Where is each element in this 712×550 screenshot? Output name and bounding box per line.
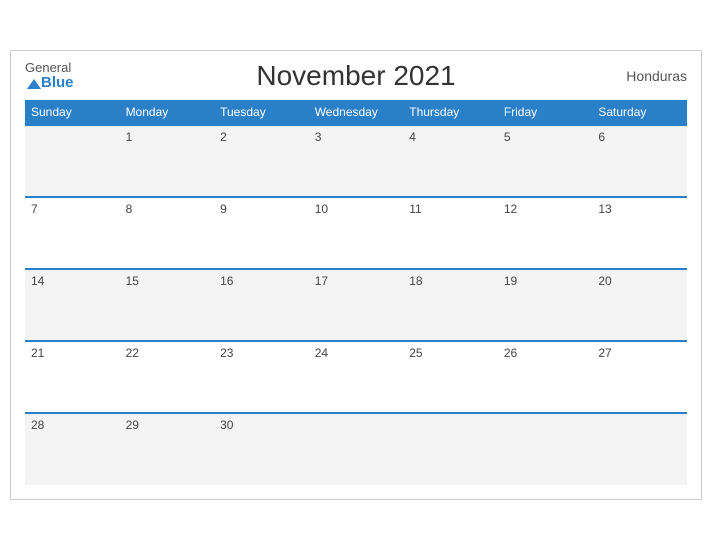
day-cell: 18 [403,269,498,341]
day-cell: 6 [592,125,687,197]
day-number: 19 [504,274,517,288]
header-sunday: Sunday [25,100,120,125]
calendar-table: Sunday Monday Tuesday Wednesday Thursday… [25,100,687,485]
calendar-header: General Blue November 2021 Honduras [25,61,687,92]
day-cell [309,413,404,485]
header-tuesday: Tuesday [214,100,309,125]
day-cell: 17 [309,269,404,341]
day-cell: 2 [214,125,309,197]
day-cell: 24 [309,341,404,413]
header-saturday: Saturday [592,100,687,125]
header-thursday: Thursday [403,100,498,125]
logo-triangle-icon [27,79,41,89]
day-cell: 9 [214,197,309,269]
day-number: 9 [220,202,227,216]
day-number: 27 [598,346,611,360]
day-number: 10 [315,202,328,216]
day-cell: 25 [403,341,498,413]
day-cell [592,413,687,485]
logo: General Blue [25,61,74,92]
day-number: 25 [409,346,422,360]
day-cell: 27 [592,341,687,413]
day-cell: 26 [498,341,593,413]
day-number: 15 [126,274,139,288]
day-cell [25,125,120,197]
day-cell: 30 [214,413,309,485]
calendar-container: General Blue November 2021 Honduras Sund… [10,50,702,500]
day-number: 2 [220,130,227,144]
day-number: 12 [504,202,517,216]
day-cell: 28 [25,413,120,485]
day-cell [403,413,498,485]
day-number: 16 [220,274,233,288]
day-cell: 5 [498,125,593,197]
day-cell [498,413,593,485]
day-cell: 7 [25,197,120,269]
day-number: 21 [31,346,44,360]
calendar-body: 1234567891011121314151617181920212223242… [25,125,687,485]
day-cell: 29 [120,413,215,485]
day-cell: 13 [592,197,687,269]
header-friday: Friday [498,100,593,125]
day-number: 8 [126,202,133,216]
day-cell: 15 [120,269,215,341]
day-number: 3 [315,130,322,144]
day-number: 4 [409,130,416,144]
logo-general-text: General [25,61,74,75]
header-wednesday: Wednesday [309,100,404,125]
day-cell: 16 [214,269,309,341]
day-cell: 1 [120,125,215,197]
day-number: 1 [126,130,133,144]
week-row-2: 7 8 9 10 11 12 13 [25,197,687,269]
day-number: 30 [220,418,233,432]
day-cell: 3 [309,125,404,197]
week-row-1: 1 2 3 4 5 6 [25,125,687,197]
day-number: 18 [409,274,422,288]
day-cell: 14 [25,269,120,341]
day-cell: 8 [120,197,215,269]
day-cell: 12 [498,197,593,269]
day-number: 7 [31,202,38,216]
weekday-header-row: Sunday Monday Tuesday Wednesday Thursday… [25,100,687,125]
day-cell: 4 [403,125,498,197]
day-number: 14 [31,274,44,288]
day-number: 6 [598,130,605,144]
logo-blue-text: Blue [25,75,74,92]
week-row-3: 14 15 16 17 18 19 20 [25,269,687,341]
day-cell: 11 [403,197,498,269]
day-number: 22 [126,346,139,360]
day-cell: 20 [592,269,687,341]
calendar-country: Honduras [626,68,687,84]
day-cell: 10 [309,197,404,269]
day-number: 17 [315,274,328,288]
calendar-title: November 2021 [256,60,455,92]
day-number: 11 [409,202,421,216]
week-row-4: 21 22 23 24 25 26 27 [25,341,687,413]
day-number: 20 [598,274,611,288]
day-cell: 22 [120,341,215,413]
day-number: 29 [126,418,139,432]
day-cell: 23 [214,341,309,413]
day-cell: 21 [25,341,120,413]
day-number: 23 [220,346,233,360]
day-number: 28 [31,418,44,432]
day-number: 24 [315,346,328,360]
header-monday: Monday [120,100,215,125]
day-number: 5 [504,130,511,144]
day-number: 26 [504,346,517,360]
day-number: 13 [598,202,611,216]
day-cell: 19 [498,269,593,341]
week-row-5: 28 29 30 [25,413,687,485]
